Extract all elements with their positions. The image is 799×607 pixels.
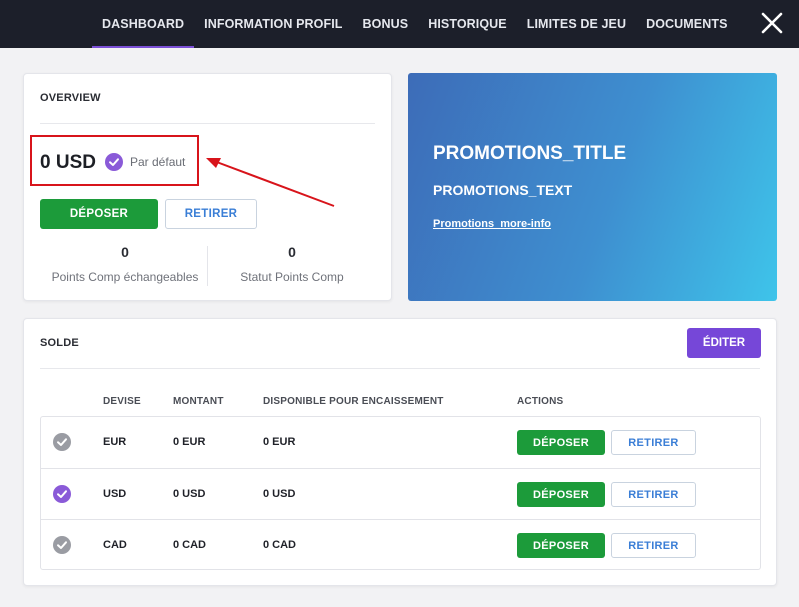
table-row: CAD 0 CAD 0 CAD DÉPOSER RETIRER — [41, 519, 760, 570]
check-icon[interactable] — [53, 433, 71, 451]
balance-amount: 0 USD — [40, 152, 96, 173]
amount-cell: 0 EUR — [173, 436, 206, 448]
column-header-available: DISPONIBLE POUR ENCAISSEMENT — [263, 396, 444, 407]
promotions-banner: PROMOTIONS_TITLE PROMOTIONS_TEXT Promoti… — [408, 73, 777, 301]
deposit-button[interactable]: DÉPOSER — [517, 482, 605, 507]
stat-comp-points-status: 0 Statut Points Comp — [207, 244, 377, 284]
default-label: Par défaut — [130, 155, 186, 169]
deposit-button[interactable]: DÉPOSER — [517, 533, 605, 558]
table-row: USD 0 USD 0 USD DÉPOSER RETIRER — [41, 468, 760, 519]
balance-card: SOLDE ÉDITER DEVISE MONTANT DISPONIBLE P… — [23, 318, 777, 586]
deposit-button[interactable]: DÉPOSER — [517, 430, 605, 455]
promotions-title: PROMOTIONS_TITLE — [433, 143, 627, 164]
deposit-button[interactable]: DÉPOSER — [40, 199, 158, 229]
column-header-amount: MONTANT — [173, 396, 224, 407]
check-icon[interactable] — [53, 485, 71, 503]
tab-historique[interactable]: HISTORIQUE — [418, 0, 517, 48]
tab-limites-de-jeu[interactable]: LIMITES DE JEU — [517, 0, 636, 48]
overview-divider — [40, 123, 375, 124]
stat-label: Statut Points Comp — [240, 270, 344, 284]
currency-cell: USD — [103, 488, 127, 500]
currency-cell: EUR — [103, 436, 127, 448]
available-cell: 0 EUR — [263, 436, 296, 448]
balance-title: SOLDE — [40, 337, 79, 349]
withdraw-button[interactable]: RETIRER — [611, 482, 696, 507]
amount-cell: 0 USD — [173, 488, 206, 500]
balance-divider — [40, 368, 760, 369]
tab-documents[interactable]: DOCUMENTS — [636, 0, 737, 48]
check-icon[interactable] — [53, 536, 71, 554]
available-cell: 0 USD — [263, 488, 296, 500]
withdraw-button[interactable]: RETIRER — [611, 533, 696, 558]
top-nav-bar: DASHBOARD INFORMATION PROFIL BONUS HISTO… — [0, 0, 799, 48]
promotions-text: PROMOTIONS_TEXT — [433, 182, 573, 198]
close-icon[interactable] — [759, 10, 785, 36]
currency-cell: CAD — [103, 539, 127, 551]
amount-cell: 0 CAD — [173, 539, 207, 551]
column-header-actions: ACTIONS — [517, 396, 564, 407]
stat-value: 0 — [121, 244, 129, 260]
stat-value: 0 — [288, 244, 296, 260]
annotation-arrow — [206, 158, 335, 207]
stat-label: Points Comp échangeables — [51, 270, 199, 284]
overview-title: OVERVIEW — [40, 92, 101, 104]
tab-dashboard[interactable]: DASHBOARD — [92, 0, 195, 48]
column-header-currency: DEVISE — [103, 396, 141, 407]
default-check-icon — [105, 153, 123, 171]
tab-bonus[interactable]: BONUS — [353, 0, 419, 48]
tab-information-profil[interactable]: INFORMATION PROFIL — [194, 0, 352, 48]
edit-button[interactable]: ÉDITER — [687, 328, 761, 358]
available-cell: 0 CAD — [263, 539, 297, 551]
table-row: EUR 0 EUR 0 EUR DÉPOSER RETIRER — [41, 417, 760, 468]
withdraw-button[interactable]: RETIRER — [611, 430, 696, 455]
balance-table: EUR 0 EUR 0 EUR DÉPOSER RETIRER USD 0 US… — [40, 416, 761, 570]
promotions-more-info-link[interactable]: Promotions_more-info — [433, 218, 551, 230]
stat-comp-points-exchangeable: 0 Points Comp échangeables — [40, 244, 210, 284]
nav-tabs: DASHBOARD INFORMATION PROFIL BONUS HISTO… — [92, 0, 738, 48]
